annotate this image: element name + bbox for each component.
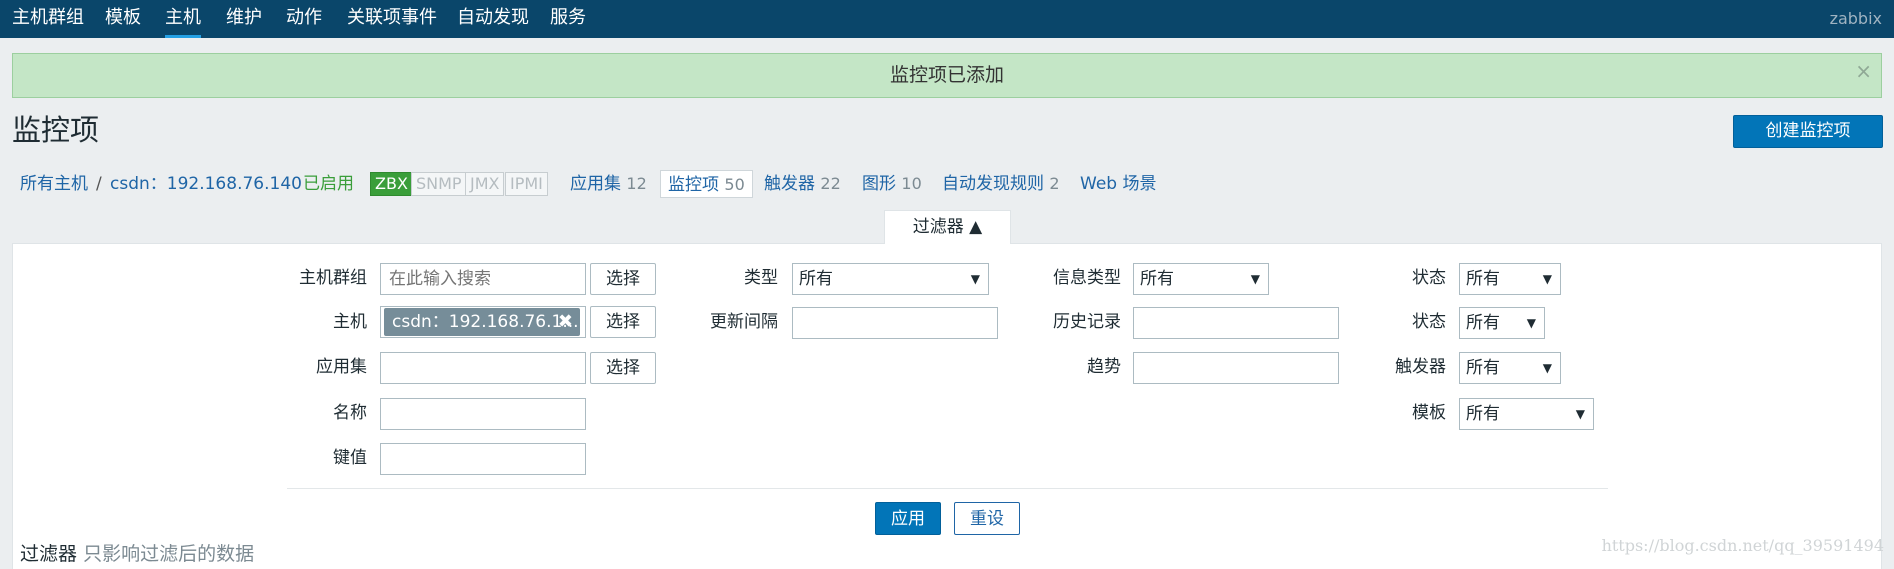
breadcrumb-host[interactable]: csdn：192.168.76.140 bbox=[110, 170, 302, 198]
name-label: 名称 bbox=[333, 403, 367, 423]
status-select-value: 所有 bbox=[1466, 313, 1500, 333]
tab-triggers[interactable]: 触发器 22 bbox=[764, 170, 841, 198]
tab-graphs[interactable]: 图形 10 bbox=[862, 170, 922, 198]
history-input[interactable] bbox=[1133, 307, 1339, 339]
breadcrumb-separator: / bbox=[96, 174, 102, 194]
triggers-select-value: 所有 bbox=[1466, 358, 1500, 378]
tab-discovery-rules[interactable]: 自动发现规则 2 bbox=[942, 170, 1060, 198]
host-group-input[interactable] bbox=[380, 263, 586, 295]
nav-services[interactable]: 服务 bbox=[550, 0, 586, 38]
status-select[interactable]: 所有 ▼ bbox=[1459, 307, 1545, 339]
availability-ipmi-badge: IPMI bbox=[505, 172, 548, 196]
host-group-select-button[interactable]: 选择 bbox=[590, 263, 656, 295]
filter-divider bbox=[287, 488, 1608, 489]
state-select[interactable]: 所有 ▼ bbox=[1459, 263, 1561, 295]
dropdown-arrow-icon: ▼ bbox=[970, 272, 980, 286]
nav-templates[interactable]: 模板 bbox=[105, 0, 141, 38]
type-label: 类型 bbox=[744, 268, 778, 288]
key-label: 键值 bbox=[333, 448, 367, 468]
template-label: 模板 bbox=[1412, 403, 1446, 423]
success-message: 监控项已添加 × bbox=[12, 53, 1882, 98]
dropdown-arrow-icon: ▼ bbox=[1542, 361, 1552, 375]
nav-hosts[interactable]: 主机 bbox=[165, 0, 201, 38]
breadcrumb-all-hosts[interactable]: 所有主机 bbox=[20, 170, 88, 198]
nav-maintenance[interactable]: 维护 bbox=[226, 0, 262, 38]
filter-note: 过滤器 只影响过滤后的数据 bbox=[20, 540, 254, 568]
zabbix-logo: zabbix bbox=[1829, 9, 1882, 28]
availability-snmp-badge: SNMP bbox=[411, 172, 467, 196]
dropdown-arrow-icon: ▼ bbox=[1542, 272, 1552, 286]
dropdown-arrow-icon: ▼ bbox=[1250, 272, 1260, 286]
template-select[interactable]: 所有 ▼ bbox=[1459, 398, 1594, 430]
tab-applications-count: 12 bbox=[626, 174, 647, 193]
info-type-select-value: 所有 bbox=[1140, 269, 1174, 289]
tab-items-count: 50 bbox=[724, 175, 745, 194]
type-select[interactable]: 所有 ▼ bbox=[792, 263, 989, 295]
tab-items-label: 监控项 bbox=[668, 175, 719, 195]
dropdown-arrow-icon: ▼ bbox=[1575, 407, 1585, 421]
nav-correlation[interactable]: 关联项事件 bbox=[347, 0, 437, 38]
filter-toggle-tab[interactable]: 过滤器 ▲ bbox=[884, 210, 1011, 244]
nav-host-groups[interactable]: 主机群组 bbox=[12, 0, 84, 38]
tab-triggers-label: 触发器 bbox=[764, 174, 815, 194]
status-label: 状态 bbox=[1412, 312, 1446, 332]
watermark: https://blog.csdn.net/qq_39591494 bbox=[1601, 536, 1884, 555]
tab-discovery-count: 2 bbox=[1049, 174, 1060, 193]
info-type-select[interactable]: 所有 ▼ bbox=[1133, 263, 1269, 295]
close-icon[interactable]: × bbox=[1855, 50, 1872, 93]
update-interval-input[interactable] bbox=[792, 307, 998, 339]
update-interval-label: 更新间隔 bbox=[710, 312, 778, 332]
tab-triggers-count: 22 bbox=[820, 174, 841, 193]
tab-discovery-label: 自动发现规则 bbox=[942, 174, 1044, 194]
nav-discovery[interactable]: 自动发现 bbox=[457, 0, 529, 38]
state-label: 状态 bbox=[1412, 268, 1446, 288]
application-select-button[interactable]: 选择 bbox=[590, 352, 656, 384]
host-group-label: 主机群组 bbox=[299, 268, 367, 288]
host-label: 主机 bbox=[333, 312, 367, 332]
tab-web-scenarios[interactable]: Web 场景 bbox=[1080, 170, 1156, 198]
tab-graphs-label: 图形 bbox=[862, 174, 896, 194]
application-label: 应用集 bbox=[316, 357, 367, 377]
triggers-label: 触发器 bbox=[1395, 357, 1446, 377]
key-input[interactable] bbox=[380, 443, 586, 475]
tab-graphs-count: 10 bbox=[901, 174, 922, 193]
triggers-select[interactable]: 所有 ▼ bbox=[1459, 352, 1561, 384]
trends-input[interactable] bbox=[1133, 352, 1339, 384]
name-input[interactable] bbox=[380, 398, 586, 430]
availability-zbx-badge: ZBX bbox=[370, 172, 413, 196]
host-chip: csdn：192.168.76.1... ✖ bbox=[384, 308, 580, 336]
create-item-button[interactable]: 创建监控项 bbox=[1733, 115, 1883, 148]
availability-jmx-badge: JMX bbox=[465, 172, 505, 196]
dropdown-arrow-icon: ▼ bbox=[1526, 316, 1536, 330]
remove-icon[interactable]: ✖ bbox=[558, 308, 573, 336]
host-select-button[interactable]: 选择 bbox=[590, 306, 656, 338]
apply-button[interactable]: 应用 bbox=[875, 502, 941, 535]
info-type-label: 信息类型 bbox=[1053, 268, 1121, 288]
tab-items[interactable]: 监控项 50 bbox=[660, 170, 753, 198]
filter-note-hint: 只影响过滤后的数据 bbox=[83, 543, 255, 565]
nav-actions[interactable]: 动作 bbox=[286, 0, 322, 38]
tab-applications[interactable]: 应用集 12 bbox=[570, 170, 647, 198]
host-status-enabled[interactable]: 已启用 bbox=[303, 170, 354, 198]
filter-note-label: 过滤器 bbox=[20, 543, 78, 565]
top-navigation: 主机群组 模板 主机 维护 动作 关联项事件 自动发现 服务 zabbix bbox=[0, 0, 1894, 38]
host-chip-label: csdn：192.168.76.1... bbox=[392, 312, 579, 332]
success-message-text: 监控项已添加 bbox=[889, 64, 1004, 86]
trends-label: 趋势 bbox=[1087, 357, 1121, 377]
history-label: 历史记录 bbox=[1053, 312, 1121, 332]
tab-applications-label: 应用集 bbox=[570, 174, 621, 194]
page-title: 监控项 bbox=[12, 113, 100, 147]
state-select-value: 所有 bbox=[1466, 269, 1500, 289]
type-select-value: 所有 bbox=[799, 269, 833, 289]
reset-button[interactable]: 重设 bbox=[954, 502, 1020, 535]
application-input[interactable] bbox=[380, 352, 586, 384]
template-select-value: 所有 bbox=[1466, 404, 1500, 424]
